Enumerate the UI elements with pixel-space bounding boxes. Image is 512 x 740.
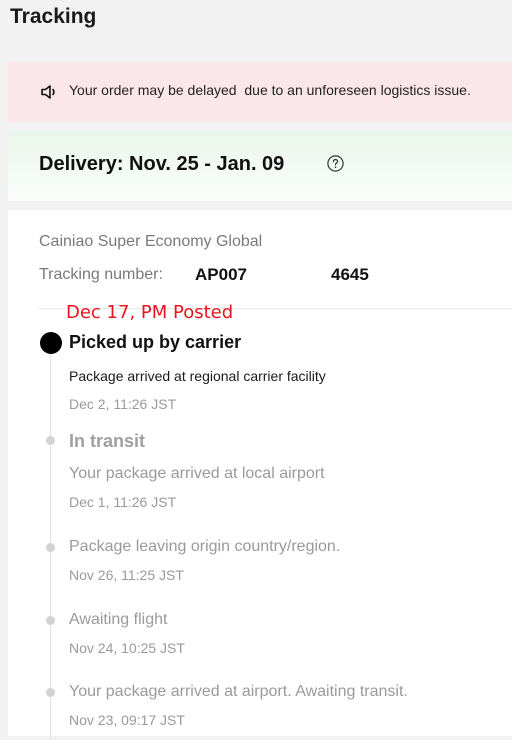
event-time: Nov 26, 11:25 JST bbox=[69, 567, 184, 583]
timeline-dot bbox=[46, 688, 55, 697]
timeline-dot-current bbox=[40, 332, 62, 354]
delivery-estimate: Delivery: Nov. 25 - Jan. 09 bbox=[39, 153, 285, 175]
posted-annotation: Dec 17, PM Posted bbox=[66, 302, 234, 323]
carrier-name: Cainiao Super Economy Global bbox=[39, 233, 263, 250]
question-circle-icon[interactable] bbox=[327, 155, 344, 172]
event-time: Nov 24, 10:25 JST bbox=[69, 640, 185, 656]
event-title: Picked up by carrier bbox=[69, 332, 242, 352]
tracking-card: Cainiao Super Economy Global Tracking nu… bbox=[8, 210, 512, 740]
page-title: Tracking bbox=[10, 5, 97, 28]
tracking-number-prefix[interactable]: AP007 bbox=[195, 265, 247, 285]
timeline-dot bbox=[46, 543, 55, 552]
timeline-dot bbox=[46, 616, 55, 625]
timeline-dot bbox=[46, 436, 55, 445]
event-description: Your package arrived at airport. Awaitin… bbox=[69, 683, 408, 700]
tracking-number-label: Tracking number: bbox=[39, 266, 163, 283]
event-description: Your package arrived at local airport bbox=[69, 465, 325, 482]
alert-message: Your order may be delayed due to an unfo… bbox=[69, 82, 471, 98]
event-time: Dec 1, 11:26 JST bbox=[69, 494, 177, 510]
event-time: Dec 2, 11:26 JST bbox=[69, 396, 177, 412]
redaction-mask bbox=[254, 263, 331, 285]
event-time: Nov 23, 09:17 JST bbox=[69, 712, 185, 728]
event-description: Package arrived at regional carrier faci… bbox=[69, 368, 326, 384]
event-title: In transit bbox=[69, 431, 146, 451]
delivery-estimate-card: Delivery: Nov. 25 - Jan. 09 bbox=[8, 131, 512, 201]
event-description: Awaiting flight bbox=[69, 611, 168, 628]
speaker-icon bbox=[41, 85, 55, 99]
event-description: Package leaving origin country/region. bbox=[69, 538, 341, 555]
tracking-number-suffix[interactable]: 4645 bbox=[331, 265, 369, 285]
delay-alert-banner: Your order may be delayed due to an unfo… bbox=[8, 62, 512, 122]
